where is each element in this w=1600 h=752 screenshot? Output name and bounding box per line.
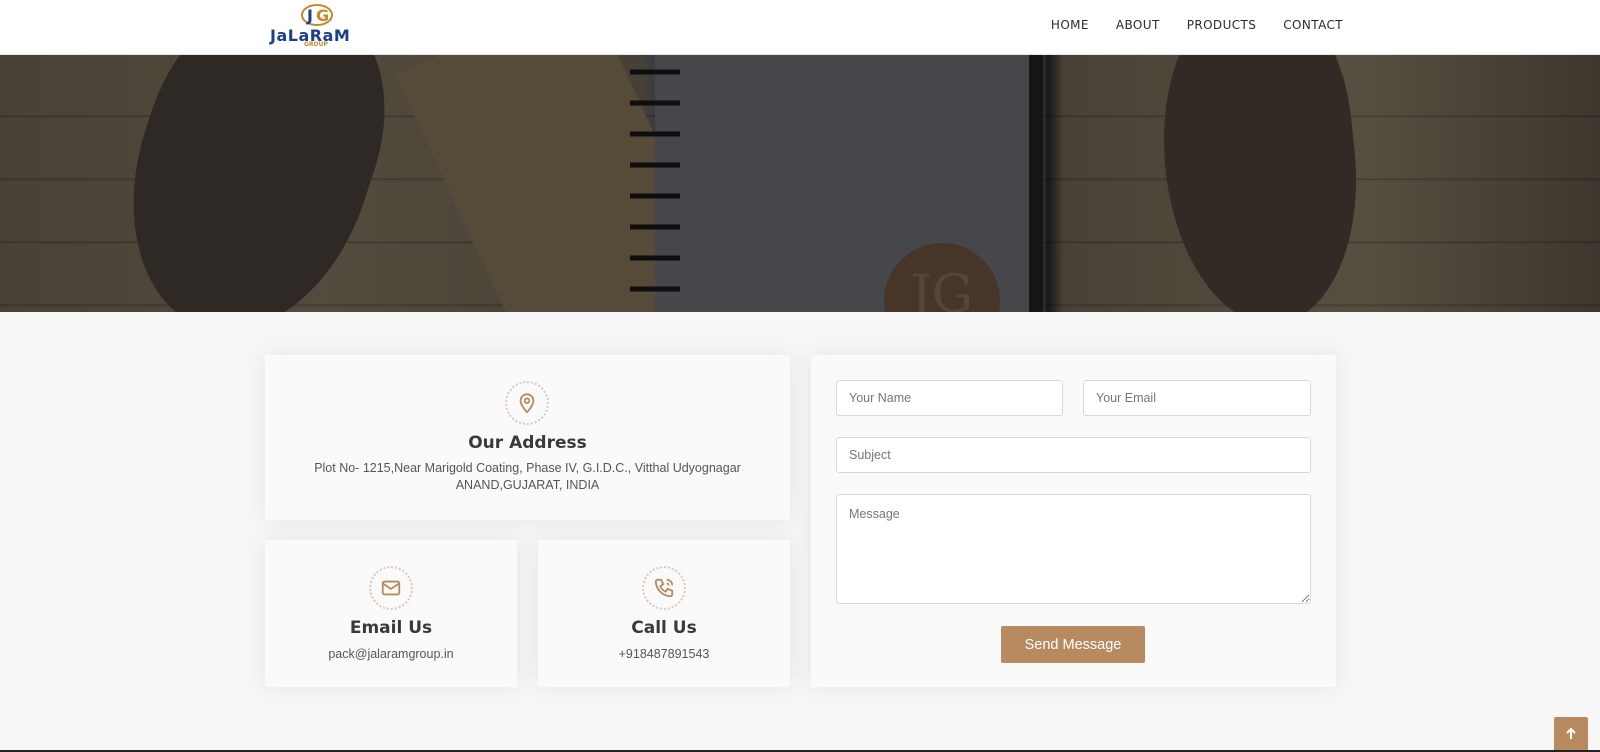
svg-text:J: J: [306, 6, 313, 25]
call-card: Call Us +918487891543: [538, 540, 790, 687]
email-address[interactable]: pack@jalaramgroup.in: [265, 646, 517, 663]
call-title: Call Us: [631, 618, 697, 638]
call-icon-ring: [642, 566, 686, 610]
main-nav: HOME ABOUT PRODUCTS CONTACT: [1051, 18, 1343, 32]
name-input[interactable]: [836, 380, 1063, 416]
back-to-top-button[interactable]: [1554, 717, 1588, 751]
map-pin-icon: [519, 393, 535, 414]
message-textarea[interactable]: [836, 494, 1311, 604]
subject-input[interactable]: [836, 437, 1311, 473]
send-message-button[interactable]: Send Message: [1001, 626, 1145, 663]
phone-icon: [654, 578, 674, 598]
hero-overlay: [0, 55, 1600, 312]
envelope-icon: [381, 580, 401, 596]
address-card: Our Address Plot No- 1215,Near Marigold …: [265, 355, 790, 520]
site-header: J G JaLaRaM GROUP HOME ABOUT PRODUCTS CO…: [0, 0, 1600, 55]
logo-subtitle: GROUP: [304, 41, 328, 48]
nav-about[interactable]: ABOUT: [1116, 18, 1160, 32]
nav-products[interactable]: PRODUCTS: [1187, 18, 1257, 32]
svg-text:G: G: [316, 6, 329, 25]
logo-mark-icon: J G: [301, 4, 333, 26]
call-number[interactable]: +918487891543: [538, 646, 790, 663]
address-icon-ring: [505, 381, 549, 425]
jalaram-logo[interactable]: J G JaLaRaM GROUP: [270, 0, 366, 52]
address-text: Plot No- 1215,Near Marigold Coating, Pha…: [314, 461, 741, 492]
nav-contact[interactable]: CONTACT: [1283, 18, 1343, 32]
hero-banner-image: JG: [0, 55, 1600, 312]
email-title: Email Us: [349, 618, 433, 638]
email-icon-ring: [369, 566, 413, 610]
arrow-up-icon: [1566, 727, 1576, 739]
address-title: Our Address: [468, 433, 587, 453]
nav-home[interactable]: HOME: [1051, 18, 1089, 32]
email-card: Email Us pack@jalaramgroup.in: [265, 540, 517, 687]
email-input[interactable]: [1083, 380, 1311, 416]
